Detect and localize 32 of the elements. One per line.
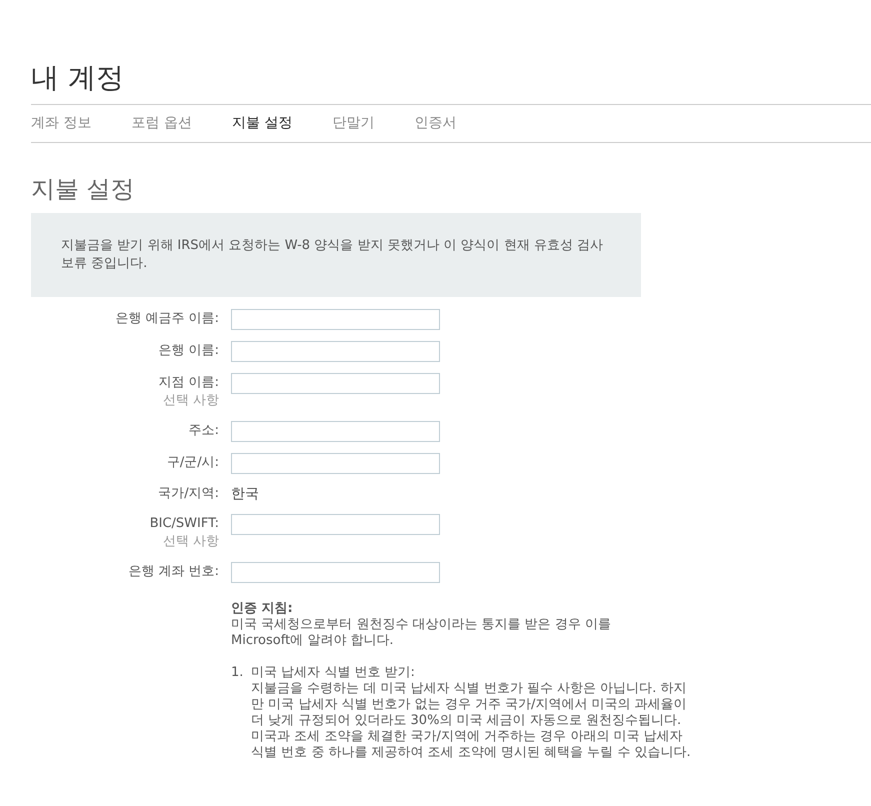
text-input-field[interactable] (231, 309, 440, 330)
nav-tab[interactable]: 지불 설정 (232, 113, 292, 134)
instructions-intro: 미국 국세청으로부터 원천징수 대상이라는 통지를 받은 경우 이를 Microsoft에 알려야 합니다. (231, 617, 612, 649)
field-label: 지점 이름: (158, 374, 219, 392)
text-input-field[interactable] (231, 514, 440, 535)
instructions-title: 인증 지침: (231, 601, 294, 617)
page-title: 내 계정 (31, 60, 124, 96)
text-input-field[interactable] (231, 373, 440, 394)
nav-tab[interactable]: 포럼 옵션 (131, 113, 192, 134)
step-title: 미국 납세자 식별 번호 받기: (251, 665, 416, 681)
optional-note: 선택 사항 (162, 392, 219, 410)
text-input-field[interactable] (231, 341, 440, 362)
nav-tab[interactable]: 인증서 (414, 113, 456, 134)
section-title: 지불 설정 (31, 174, 135, 205)
field-label: 주소: (188, 422, 219, 440)
text-input-field[interactable] (231, 421, 440, 442)
field-label: 은행 예금주 이름: (115, 310, 219, 328)
field-label: 은행 계좌 번호: (128, 563, 219, 581)
nav-tab[interactable]: 단말기 (332, 113, 374, 134)
step-paragraph: 미국과 조세 조약을 체결한 국가/지역에 거주하는 경우 아래의 미국 납세자 식별 번호 중 하나를 제공하여 조세 조약에 명시된 혜택을 누릴 수 있습니다. (251, 729, 691, 761)
field-value: 한국 (231, 485, 259, 503)
field-label: 은행 이름: (158, 342, 219, 360)
nav-tab[interactable]: 계좌 정보 (31, 113, 92, 134)
field-label: 국가/지역: (158, 485, 219, 503)
field-label: 구/군/시: (166, 454, 219, 472)
text-input-field[interactable] (231, 453, 440, 474)
field-label: BIC/SWIFT: (150, 515, 219, 533)
optional-note: 선택 사항 (162, 533, 219, 551)
step-paragraph: 지불금을 수령하는 데 미국 납세자 식별 번호가 필수 사항은 아닙니다. 하지만 미국 납세자 식별 번호가 없는 경우 거주 국가/지역에서 미국의 과세율이 더 낮게 규정되어 있더라도 30%의 미국 세금이 자동으로 원천징수됩니다. (251, 681, 688, 729)
notice-panel: 지불금을 받기 위해 IRS에서 요청하는 W-8 양식을 받지 못했거나 이 양식이 현재 유효성 검사 보류 중입니다. (31, 213, 641, 297)
text-input-field[interactable] (231, 562, 440, 583)
step-number: 1. (231, 665, 244, 682)
